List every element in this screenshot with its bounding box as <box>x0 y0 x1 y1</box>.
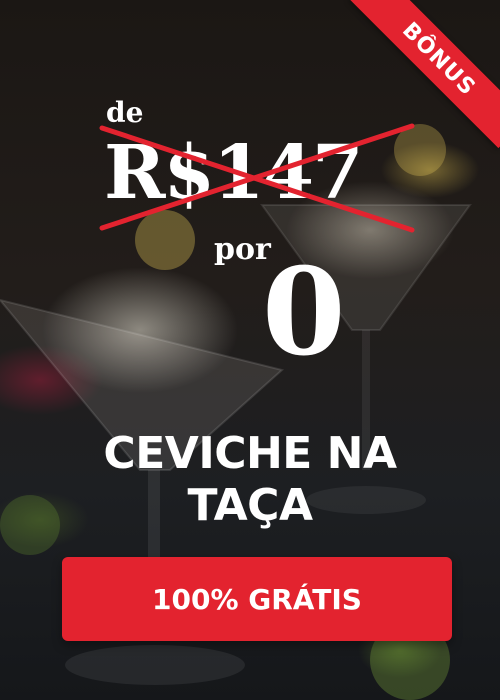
free-cta-button[interactable]: 100% GRÁTIS <box>62 557 452 641</box>
bonus-card: BÔNUS de R$147 por 0 CEVICHE NA TAÇA 100… <box>0 0 500 700</box>
product-title: CEVICHE NA TAÇA <box>0 428 500 532</box>
old-price-block: R$147 <box>99 118 415 233</box>
product-title-line-1: CEVICHE NA <box>103 428 397 479</box>
strikethrough-x-icon <box>99 123 415 233</box>
product-title-line-2: TAÇA <box>187 480 314 531</box>
new-price: 0 <box>262 242 346 383</box>
